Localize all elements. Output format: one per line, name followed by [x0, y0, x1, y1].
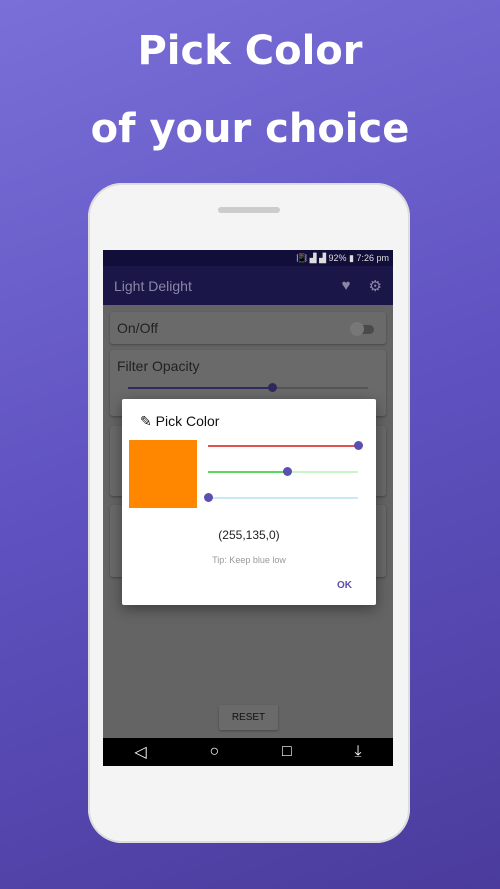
home-icon[interactable]: ○ [210, 743, 220, 761]
download-icon[interactable]: ⤓ [355, 743, 362, 761]
heart-icon[interactable]: ♥ [342, 277, 351, 294]
dialog-header: ✎ Pick Color [140, 413, 219, 430]
phone-speaker [218, 207, 280, 213]
on-off-card: On/Off [110, 312, 386, 344]
red-slider-thumb[interactable] [354, 441, 363, 450]
ok-button[interactable]: OK [337, 580, 352, 591]
dialog-title: Pick Color [155, 413, 220, 429]
filter-opacity-slider[interactable] [128, 383, 368, 392]
status-bar: 📳 ▟ ▟ 92% ▮ 7:26 pm [103, 250, 393, 266]
reset-button[interactable]: RESET [219, 705, 278, 730]
headline-line-1: Pick Color [137, 28, 363, 74]
blue-slider[interactable] [204, 493, 358, 502]
on-off-label: On/Off [117, 320, 158, 336]
headline-line-2: of your choice [90, 106, 410, 152]
red-slider[interactable] [208, 441, 363, 450]
green-slider-thumb[interactable] [283, 467, 293, 476]
recents-icon[interactable]: □ [282, 743, 292, 761]
gear-icon[interactable]: ⚙ [369, 277, 382, 295]
on-off-toggle[interactable] [350, 322, 374, 336]
pick-color-dialog: ✎ Pick Color (255,135,0) Tip: Keep blue … [122, 399, 376, 605]
app-bar: Light Delight ♥ ⚙ [103, 266, 393, 305]
app-title: Light Delight [114, 277, 192, 294]
tip-text: Tip: Keep blue low [212, 555, 286, 565]
back-icon[interactable]: ◁ [134, 742, 146, 762]
filter-opacity-label: Filter Opacity [117, 358, 200, 374]
blue-slider-thumb[interactable] [204, 493, 213, 502]
rgb-value: (255,135,0) [218, 528, 280, 542]
eyedropper-icon: ✎ [140, 413, 152, 429]
green-slider[interactable] [208, 467, 358, 476]
navigation-bar: ◁ ○ □ ⤓ [103, 738, 393, 766]
color-swatch [129, 440, 197, 508]
